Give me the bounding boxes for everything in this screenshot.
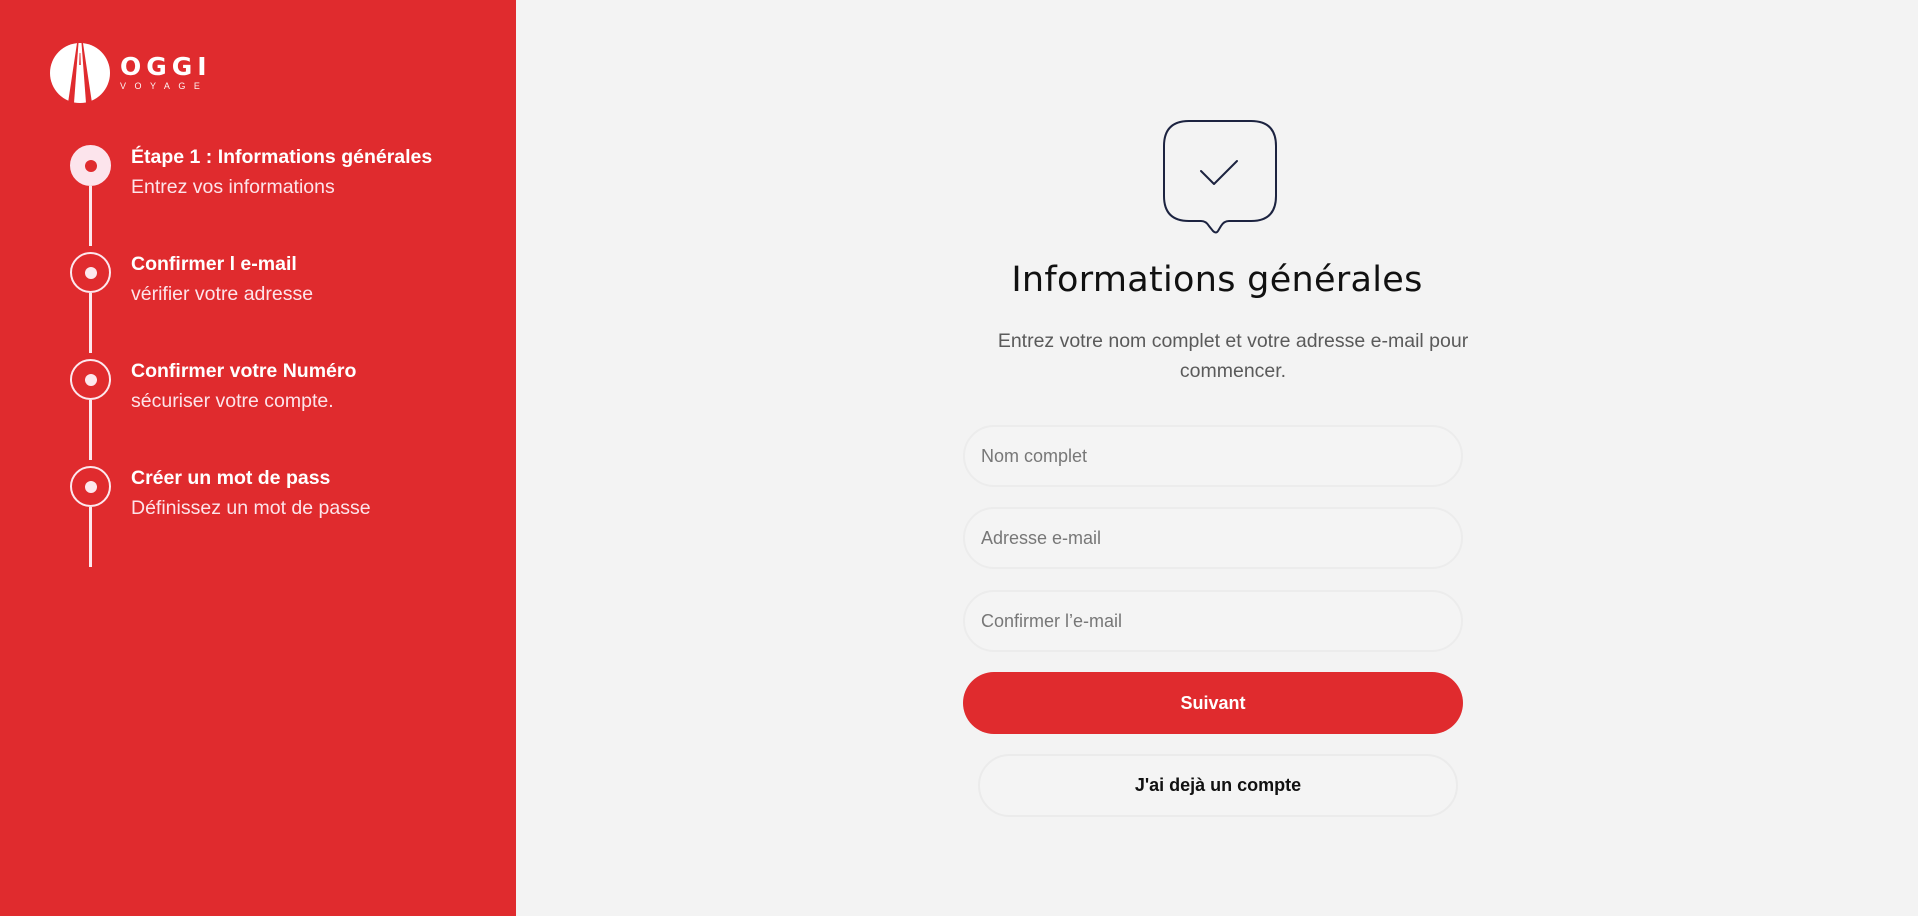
step-connector	[89, 293, 92, 353]
step-connector	[89, 400, 92, 460]
step-connector	[89, 186, 92, 246]
step-2[interactable]: Confirmer l e-mail vérifier votre adress…	[70, 252, 432, 359]
step-connector	[89, 507, 92, 567]
step-subtitle: Entrez vos informations	[131, 176, 335, 198]
main-panel: Informations générales Entrez votre nom …	[516, 0, 1918, 916]
step-1[interactable]: Étape 1 : Informations générales Entrez …	[70, 145, 432, 252]
form-subtitle: Entrez votre nom complet et votre adress…	[997, 330, 1469, 382]
step-title: Étape 1 : Informations générales	[131, 146, 433, 168]
stepper: Étape 1 : Informations générales Entrez …	[70, 145, 432, 573]
step-title: Confirmer votre Numéro	[131, 360, 357, 382]
step-title: Confirmer l e-mail	[131, 253, 297, 275]
email-input[interactable]	[963, 507, 1463, 569]
sidebar: OGGI VOYAGE Étape 1 : Informations génér…	[0, 0, 516, 916]
step-1-indicator	[70, 145, 111, 186]
confirm-email-input[interactable]	[963, 590, 1463, 652]
check-bubble-icon	[1163, 120, 1277, 234]
step-subtitle: sécuriser votre compte.	[131, 390, 334, 412]
step-4-indicator	[70, 466, 111, 507]
step-subtitle: Définissez un mot de passe	[131, 497, 371, 519]
step-3[interactable]: Confirmer votre Numéro sécuriser votre c…	[70, 359, 432, 466]
brand-name: OGGI	[120, 52, 212, 81]
form-title: Informations générales	[1011, 260, 1423, 300]
brand-logo[interactable]: OGGI VOYAGE	[50, 43, 212, 103]
have-account-button[interactable]: J'ai dejà un compte	[978, 754, 1458, 817]
next-button[interactable]: Suivant	[963, 672, 1463, 734]
step-3-indicator	[70, 359, 111, 400]
step-title: Créer un mot de pass	[131, 467, 331, 489]
step-4[interactable]: Créer un mot de pass Définissez un mot d…	[70, 466, 432, 573]
full-name-input[interactable]	[963, 425, 1463, 487]
brand-tagline: VOYAGE	[120, 81, 209, 91]
step-2-indicator	[70, 252, 111, 293]
step-subtitle: vérifier votre adresse	[131, 283, 314, 305]
road-logo-icon	[50, 43, 110, 103]
